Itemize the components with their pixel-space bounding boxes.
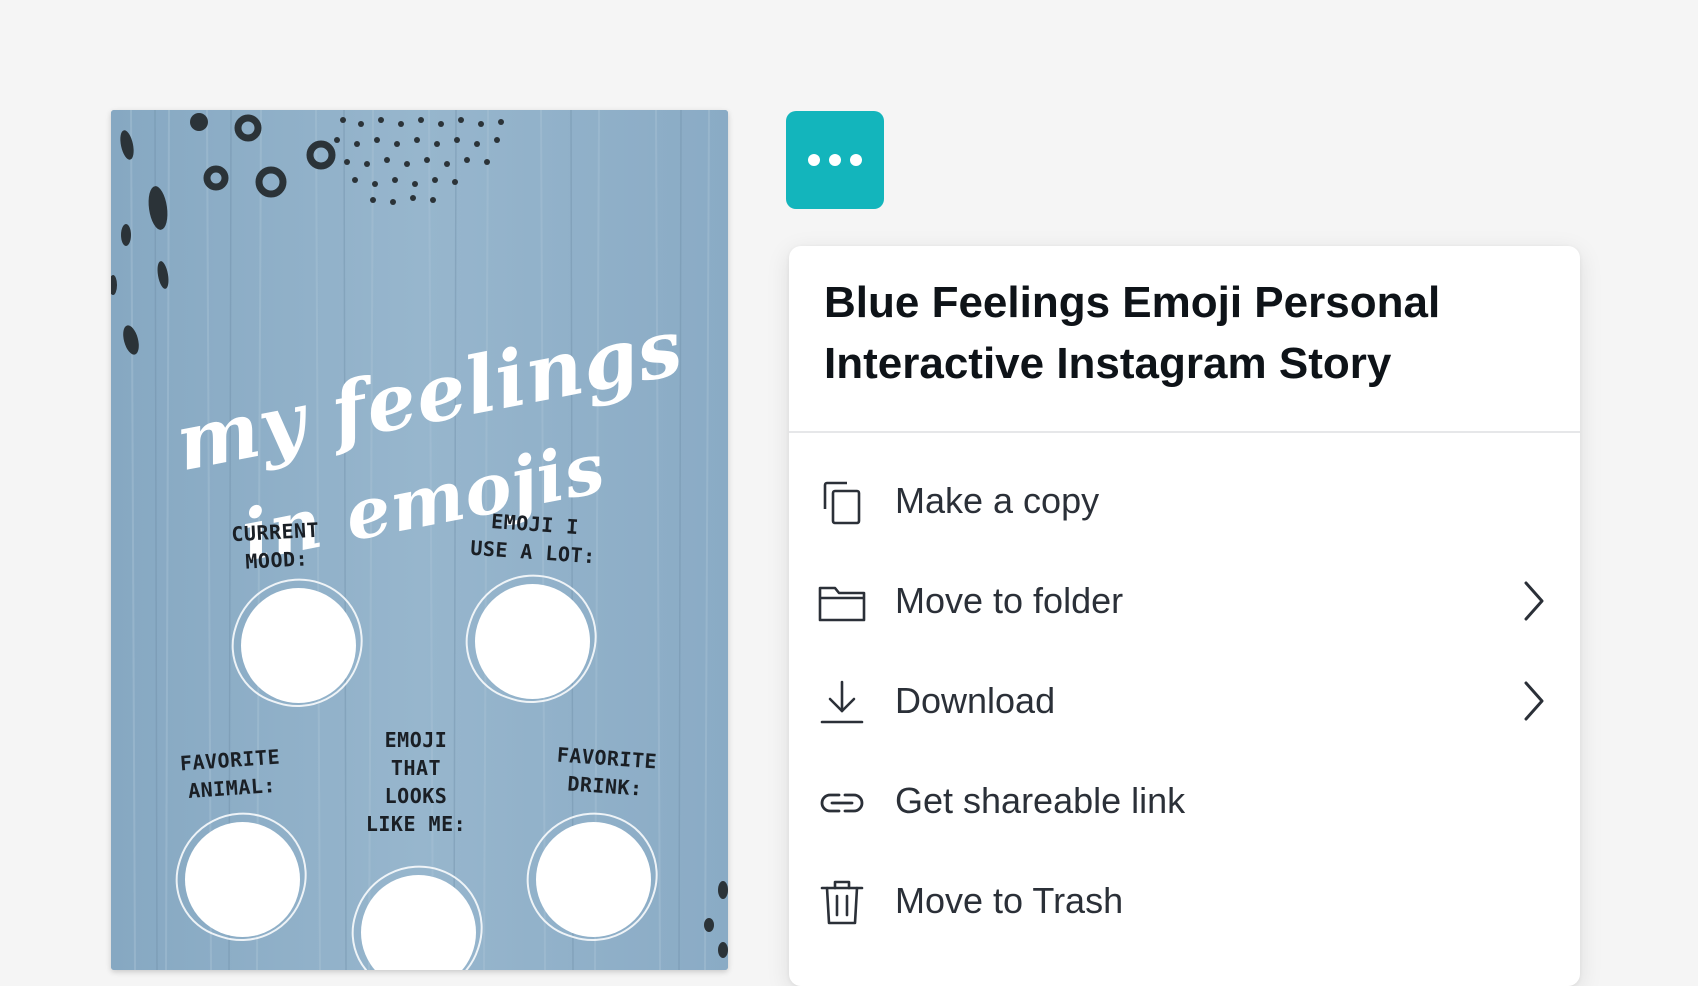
menu-item-download[interactable]: Download bbox=[789, 651, 1580, 751]
answer-circle bbox=[536, 822, 651, 937]
download-icon bbox=[817, 677, 867, 727]
context-menu: Blue Feelings Emoji Personal Interactive… bbox=[789, 246, 1580, 986]
prompt-emoji-use: EMOJI I USE A LOT: bbox=[469, 509, 597, 569]
menu-title: Blue Feelings Emoji Personal Interactive… bbox=[824, 278, 1441, 388]
menu-item-move-to-folder[interactable]: Move to folder bbox=[789, 551, 1580, 651]
prompt-favorite-drink: FAVORITE DRINK: bbox=[556, 742, 658, 801]
design-preview[interactable]: my feelings in emojis CURRENT MOOD: EMOJ… bbox=[111, 110, 728, 970]
menu-item-get-shareable-link[interactable]: Get shareable link bbox=[789, 751, 1580, 851]
answer-circle bbox=[241, 588, 356, 703]
prompt-favorite-animal: FAVORITE ANIMAL: bbox=[179, 744, 281, 803]
more-horizontal-icon bbox=[850, 154, 862, 166]
trash-icon bbox=[817, 877, 867, 927]
menu-divider bbox=[789, 431, 1580, 433]
chevron-right-icon bbox=[1512, 679, 1556, 723]
menu-item-move-to-trash[interactable]: Move to Trash bbox=[789, 851, 1580, 951]
menu-item-label: Download bbox=[895, 680, 1056, 721]
prompt-emoji-looks: EMOJI THAT LOOKS LIKE ME: bbox=[365, 728, 467, 836]
menu-item-label: Move to folder bbox=[895, 580, 1124, 621]
folder-icon bbox=[817, 577, 867, 627]
menu-item-make-copy[interactable]: Make a copy bbox=[789, 451, 1580, 551]
copy-icon bbox=[817, 477, 867, 527]
answer-circle bbox=[475, 584, 590, 699]
chevron-right-icon bbox=[1512, 579, 1556, 623]
more-options-button[interactable] bbox=[786, 111, 884, 209]
answer-circle bbox=[361, 875, 476, 970]
menu-item-label: Get shareable link bbox=[895, 780, 1186, 821]
link-icon bbox=[817, 777, 867, 827]
more-horizontal-icon bbox=[808, 154, 820, 166]
more-horizontal-icon bbox=[829, 154, 841, 166]
answer-circle bbox=[185, 822, 300, 937]
menu-item-label: Make a copy bbox=[895, 480, 1100, 521]
menu-item-label: Move to Trash bbox=[895, 880, 1124, 921]
prompt-current-mood: CURRENT MOOD: bbox=[230, 517, 320, 574]
